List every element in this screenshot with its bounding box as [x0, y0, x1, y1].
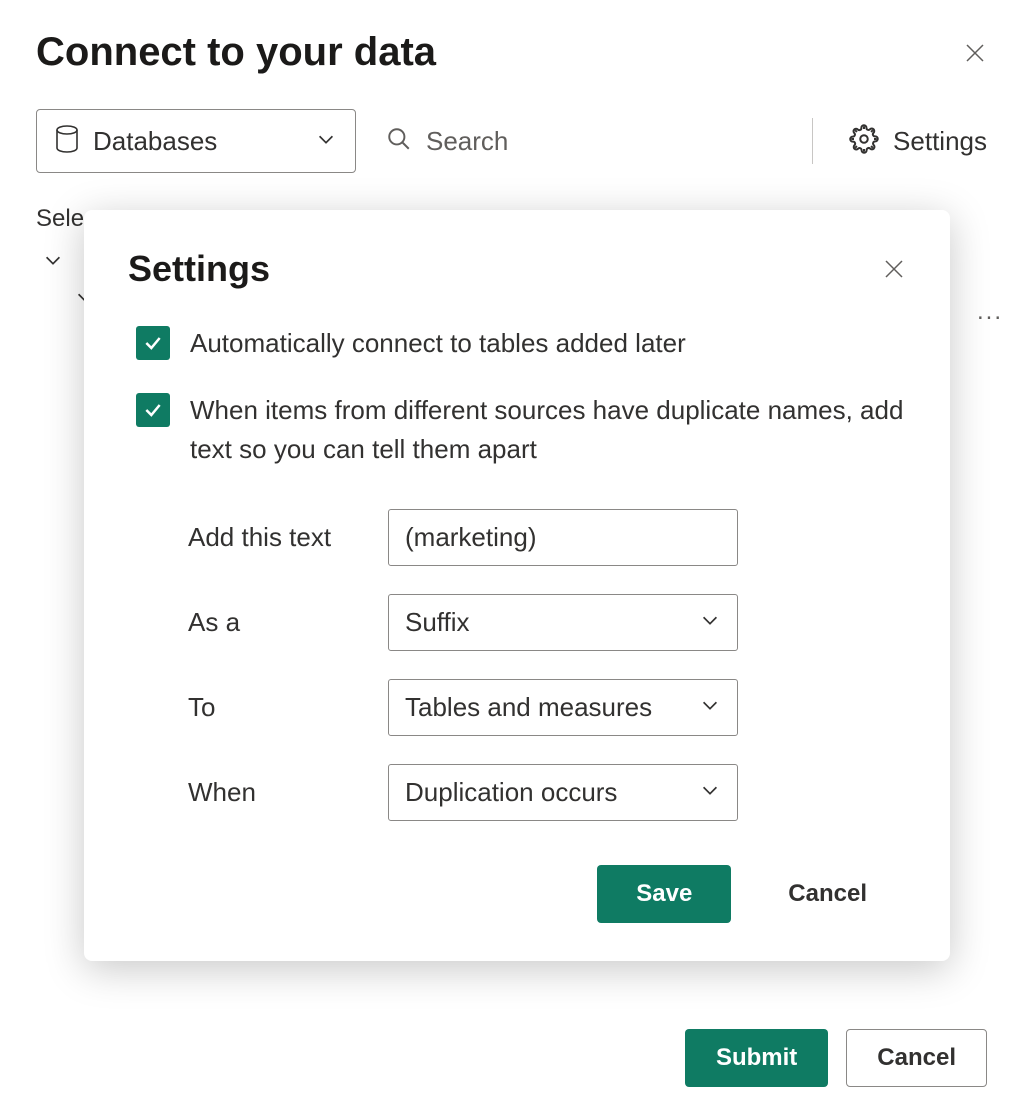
check-icon — [143, 333, 163, 353]
to-label: To — [188, 692, 388, 723]
to-select-value: Tables and measures — [405, 692, 652, 723]
as-a-select[interactable]: Suffix — [388, 594, 738, 651]
settings-label: Settings — [893, 126, 987, 157]
close-button[interactable] — [963, 41, 987, 65]
modal-header: Settings — [128, 248, 906, 290]
to-select[interactable]: Tables and measures — [388, 679, 738, 736]
as-a-label: As a — [188, 607, 388, 638]
divider — [812, 118, 813, 164]
chevron-down-icon — [315, 128, 337, 155]
as-a-select-value: Suffix — [405, 607, 470, 638]
search-icon — [386, 126, 412, 157]
modal-close-button[interactable] — [882, 257, 906, 281]
add-text-label: Add this text — [188, 522, 388, 553]
when-select-value: Duplication occurs — [405, 777, 617, 808]
auto-connect-checkbox[interactable] — [136, 326, 170, 360]
auto-connect-row: Automatically connect to tables added la… — [136, 324, 906, 363]
search-group — [378, 126, 776, 157]
save-button[interactable]: Save — [597, 865, 731, 923]
settings-button[interactable]: Settings — [849, 124, 987, 159]
when-select[interactable]: Duplication occurs — [388, 764, 738, 821]
dup-names-checkbox[interactable] — [136, 393, 170, 427]
close-icon — [963, 41, 987, 65]
database-select[interactable]: Databases — [36, 109, 356, 173]
modal-title: Settings — [128, 248, 270, 290]
settings-modal: Settings Automatically connect to tables… — [84, 210, 950, 961]
auto-connect-label: Automatically connect to tables added la… — [190, 324, 686, 363]
when-label: When — [188, 777, 388, 808]
dup-names-row: When items from different sources have d… — [136, 391, 906, 469]
dup-names-label: When items from different sources have d… — [190, 391, 906, 469]
close-icon — [882, 257, 906, 281]
page-title: Connect to your data — [36, 30, 436, 75]
main-header: Connect to your data — [36, 30, 987, 75]
add-text-input[interactable] — [388, 509, 738, 566]
more-options[interactable]: ... — [977, 298, 1003, 326]
modal-footer: Save Cancel — [128, 865, 906, 923]
form-grid: Add this text As a Suffix To Tables and … — [188, 509, 906, 821]
modal-cancel-button[interactable]: Cancel — [749, 865, 906, 923]
cancel-button[interactable]: Cancel — [846, 1029, 987, 1087]
gear-icon — [849, 124, 879, 159]
toolbar: Databases Settings — [36, 109, 987, 173]
modal-body: Automatically connect to tables added la… — [128, 324, 906, 821]
search-input[interactable] — [426, 126, 776, 157]
submit-button[interactable]: Submit — [685, 1029, 828, 1087]
main-footer: Submit Cancel — [685, 1029, 987, 1087]
database-icon — [55, 125, 79, 158]
database-select-label: Databases — [93, 126, 301, 157]
chevron-down-icon — [699, 692, 721, 723]
check-icon — [143, 400, 163, 420]
chevron-down-icon — [699, 777, 721, 808]
chevron-down-icon — [699, 607, 721, 638]
